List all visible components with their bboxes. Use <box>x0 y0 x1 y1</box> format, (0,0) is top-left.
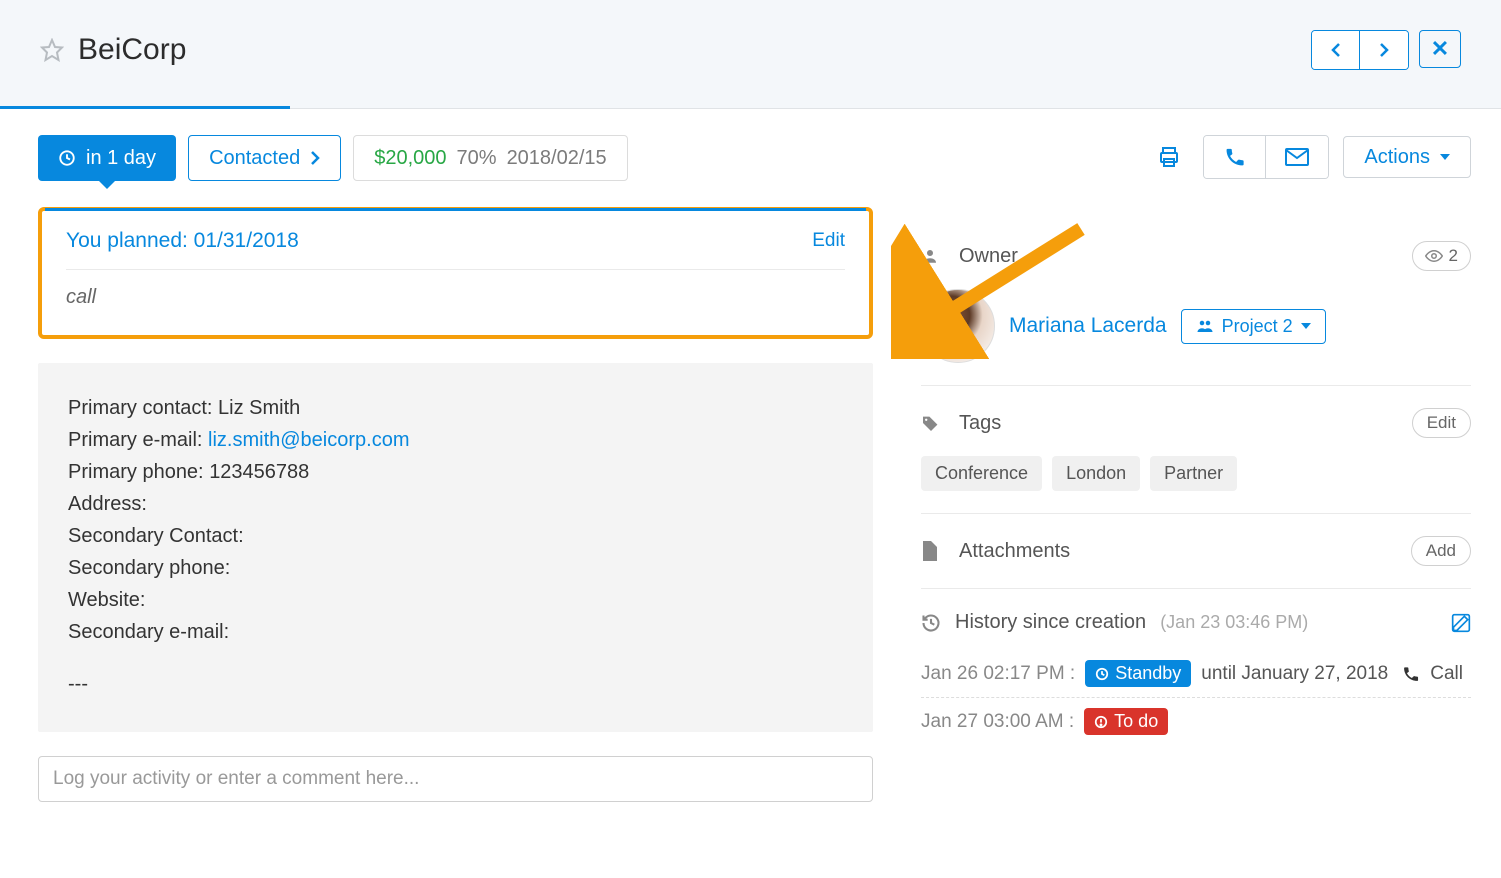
deal-probability: 70% <box>457 147 497 170</box>
status-label: Contacted <box>209 147 300 170</box>
history-after-text: until January 27, 2018 <box>1201 663 1388 685</box>
contact-action-group <box>1203 135 1329 179</box>
deal-close-date: 2018/02/15 <box>507 147 607 170</box>
close-button[interactable]: ✕ <box>1419 30 1461 68</box>
primary-contact-value: Liz Smith <box>218 397 300 419</box>
page-title: BeiCorp <box>78 33 186 67</box>
views-count: 2 <box>1449 246 1458 266</box>
address-label: Address: <box>68 493 147 515</box>
comment-input[interactable]: Log your activity or enter a comment her… <box>38 756 873 802</box>
star-icon[interactable] <box>40 38 64 62</box>
info-separator: --- <box>68 673 843 696</box>
tags-label: Tags <box>959 412 1001 435</box>
primary-phone-value: 123456788 <box>209 461 309 483</box>
contact-info-box: Primary contact: Liz Smith Primary e-mai… <box>38 363 873 732</box>
nav-pager <box>1311 30 1409 70</box>
attachments-section: Attachments Add <box>921 514 1471 589</box>
history-item: Jan 26 02:17 PM : Standby until January … <box>921 650 1471 697</box>
attachments-label: Attachments <box>959 540 1070 563</box>
history-icon <box>921 613 941 633</box>
primary-contact-label: Primary contact: <box>68 397 212 419</box>
history-since: (Jan 23 03:46 PM) <box>1160 612 1308 633</box>
due-label: in 1 day <box>86 147 156 170</box>
tag-item[interactable]: Partner <box>1150 456 1237 491</box>
tag-item[interactable]: Conference <box>921 456 1042 491</box>
history-section: History since creation (Jan 23 03:46 PM)… <box>921 589 1471 767</box>
history-badge-todo: To do <box>1084 708 1168 735</box>
chevron-down-icon <box>1440 154 1450 160</box>
secondary-phone-label: Secondary phone: <box>68 557 230 579</box>
deal-pill[interactable]: $20,000 70% 2018/02/15 <box>353 135 627 181</box>
actions-dropdown[interactable]: Actions <box>1343 136 1471 178</box>
planned-note: call <box>66 286 845 309</box>
tags-section: Tags Edit Conference London Partner <box>921 386 1471 514</box>
history-timestamp: Jan 27 03:00 AM : <box>921 711 1074 733</box>
secondary-email-label: Secondary e-mail: <box>68 621 229 643</box>
history-badge-label: To do <box>1114 711 1158 732</box>
planned-title: You planned: 01/31/2018 <box>66 229 299 253</box>
tags-edit-button[interactable]: Edit <box>1412 408 1471 438</box>
deal-amount: $20,000 <box>374 147 446 170</box>
print-button[interactable] <box>1149 137 1189 177</box>
primary-email-label: Primary e-mail: <box>68 429 202 451</box>
project-dropdown[interactable]: Project 2 <box>1181 309 1326 344</box>
history-timestamp: Jan 26 02:17 PM : <box>921 663 1075 685</box>
primary-phone-label: Primary phone: <box>68 461 204 483</box>
project-label: Project 2 <box>1222 316 1293 337</box>
tags-list: Conference London Partner <box>921 456 1471 491</box>
history-trailing: Call <box>1430 663 1463 685</box>
history-label: History since creation <box>955 611 1146 634</box>
prev-button[interactable] <box>1312 31 1360 69</box>
history-item: Jan 27 03:00 AM : To do <box>921 697 1471 745</box>
call-button[interactable] <box>1204 136 1266 178</box>
views-badge: 2 <box>1412 241 1471 271</box>
history-badge-standby: Standby <box>1085 660 1191 687</box>
tags-icon <box>921 415 943 431</box>
next-button[interactable] <box>1360 31 1408 69</box>
chevron-down-icon <box>1301 323 1311 329</box>
actions-label: Actions <box>1364 146 1430 169</box>
phone-icon <box>1402 665 1420 683</box>
planned-activity-card: You planned: 01/31/2018 Edit call <box>38 207 873 339</box>
email-button[interactable] <box>1266 136 1328 178</box>
annotation-arrow <box>891 219 1091 359</box>
secondary-contact-label: Secondary Contact: <box>68 525 244 547</box>
history-edit-button[interactable] <box>1451 613 1471 633</box>
planned-edit-link[interactable]: Edit <box>812 230 845 252</box>
due-pill[interactable]: in 1 day <box>38 135 176 181</box>
status-pill[interactable]: Contacted <box>188 135 341 181</box>
history-badge-label: Standby <box>1115 663 1181 684</box>
website-label: Website: <box>68 589 145 611</box>
primary-email-link[interactable]: liz.smith@beicorp.com <box>208 429 409 451</box>
attachments-add-button[interactable]: Add <box>1411 536 1471 566</box>
tag-item[interactable]: London <box>1052 456 1140 491</box>
file-icon <box>921 541 943 561</box>
